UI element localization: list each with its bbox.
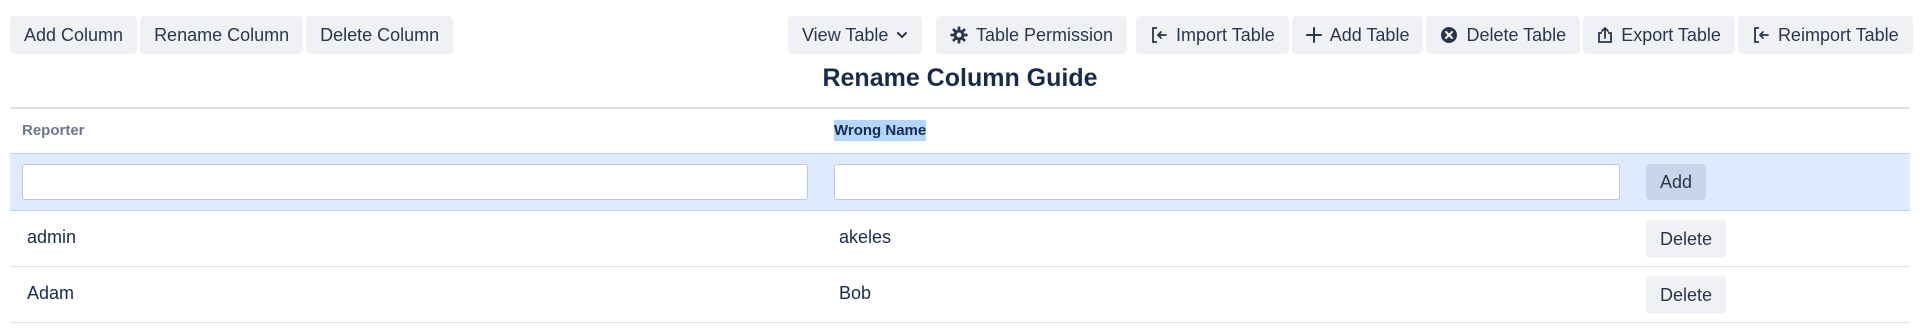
page-title: Rename Column Guide bbox=[822, 64, 1098, 92]
add-table-label: Add Table bbox=[1329, 24, 1410, 45]
toolbar: Add Column Rename Column Delete Column V… bbox=[10, 16, 1913, 54]
add-row-button[interactable]: Add bbox=[1646, 164, 1706, 200]
rename-column-button[interactable]: Rename Column bbox=[140, 16, 304, 54]
add-column-button[interactable]: Add Column bbox=[10, 16, 138, 54]
import-icon bbox=[1150, 26, 1168, 44]
table-row: Adam Bob Delete bbox=[10, 267, 1910, 323]
reimport-table-label: Reimport Table bbox=[1777, 24, 1899, 45]
table-permission-label: Table Permission bbox=[976, 24, 1114, 45]
delete-column-label: Delete Column bbox=[320, 24, 440, 45]
reporter-cell: admin bbox=[27, 227, 77, 247]
column-actions: Add Column Rename Column Delete Column bbox=[10, 16, 454, 54]
delete-row-button[interactable]: Delete bbox=[1646, 220, 1726, 258]
column-header-wrong-name[interactable]: Wrong Name bbox=[834, 120, 927, 141]
delete-table-label: Delete Table bbox=[1466, 24, 1567, 45]
new-row-form: Add bbox=[10, 153, 1910, 211]
wrong-name-input[interactable] bbox=[834, 164, 1620, 200]
reporter-cell: Adam bbox=[27, 283, 75, 303]
export-icon bbox=[1597, 26, 1613, 44]
close-circle-icon bbox=[1440, 26, 1458, 44]
import-table-button[interactable]: Import Table bbox=[1136, 16, 1289, 54]
column-header-reporter[interactable]: Reporter bbox=[22, 122, 85, 139]
export-table-button[interactable]: Export Table bbox=[1583, 16, 1735, 54]
gear-icon bbox=[950, 26, 968, 44]
delete-column-button[interactable]: Delete Column bbox=[306, 16, 454, 54]
header-divider bbox=[10, 107, 1910, 109]
chevron-down-icon bbox=[896, 31, 908, 39]
table-row: admin akeles Delete bbox=[10, 211, 1910, 267]
view-table-button[interactable]: View Table bbox=[788, 16, 923, 54]
delete-table-button[interactable]: Delete Table bbox=[1426, 16, 1581, 54]
reporter-input[interactable] bbox=[22, 164, 808, 200]
add-table-button[interactable]: Add Table bbox=[1291, 16, 1424, 54]
add-column-label: Add Column bbox=[24, 24, 124, 45]
wrong-name-cell: Bob bbox=[839, 283, 872, 303]
export-table-label: Export Table bbox=[1621, 24, 1721, 45]
plus-icon bbox=[1305, 27, 1322, 43]
import-icon bbox=[1752, 26, 1770, 44]
table-permission-button[interactable]: Table Permission bbox=[936, 16, 1128, 54]
delete-row-button[interactable]: Delete bbox=[1646, 276, 1726, 314]
rename-column-label: Rename Column bbox=[154, 24, 290, 45]
import-table-label: Import Table bbox=[1176, 24, 1275, 45]
reimport-table-button[interactable]: Reimport Table bbox=[1737, 16, 1913, 54]
table-actions: Import Table Add Table Delete Table Expo… bbox=[1136, 16, 1913, 54]
wrong-name-cell: akeles bbox=[839, 227, 892, 247]
view-table-label: View Table bbox=[802, 24, 889, 45]
